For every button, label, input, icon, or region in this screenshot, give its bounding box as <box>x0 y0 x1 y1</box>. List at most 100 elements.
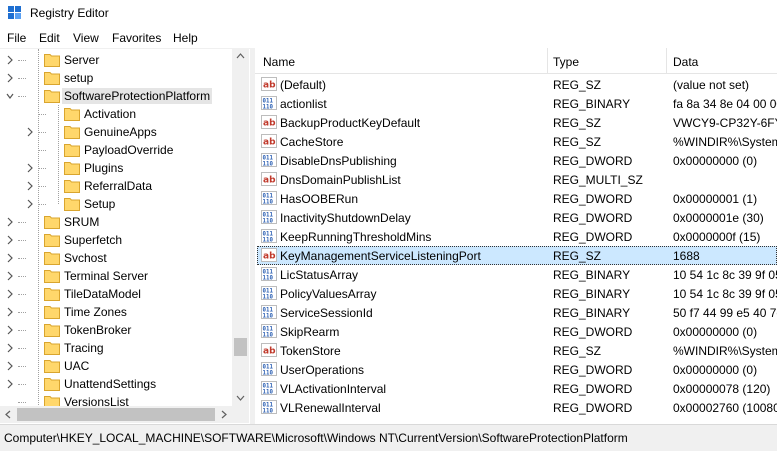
column-header-type[interactable]: Type <box>553 55 579 69</box>
binary-value-icon: 011110 <box>261 191 277 205</box>
tree-item[interactable]: setup <box>0 69 232 87</box>
chevron-right-icon[interactable] <box>6 343 14 353</box>
tree-item[interactable]: Server <box>0 51 232 69</box>
scroll-right-icon[interactable] <box>215 406 232 423</box>
tree-item-label: Plugins <box>84 161 124 175</box>
value-row[interactable]: ab (Default) REG_SZ (value not set) <box>255 75 777 94</box>
tree-item[interactable]: Superfetch <box>0 231 232 249</box>
menu-help[interactable]: Help <box>173 31 198 45</box>
tree-horizontal-scroll-thumb[interactable] <box>17 408 215 421</box>
folder-icon <box>64 108 80 121</box>
tree-horizontal-scrollbar[interactable] <box>0 406 232 423</box>
chevron-right-icon[interactable] <box>6 235 14 245</box>
tree-item[interactable]: PayloadOverride <box>0 141 232 159</box>
chevron-right-icon[interactable] <box>26 199 34 209</box>
svg-text:110: 110 <box>263 237 274 243</box>
value-name: DisableDnsPublishing <box>280 154 397 168</box>
chevron-right-icon[interactable] <box>6 217 14 227</box>
tree-item[interactable]: SRUM <box>0 213 232 231</box>
status-bar: Computer\HKEY_LOCAL_MACHINE\SOFTWARE\Mic… <box>0 424 777 451</box>
column-header-data[interactable]: Data <box>673 55 698 69</box>
svg-text:110: 110 <box>263 332 274 338</box>
tree-item-label: SoftwareProtectionPlatform <box>62 88 213 104</box>
chevron-right-icon[interactable] <box>6 271 14 281</box>
chevron-right-icon[interactable] <box>26 163 34 173</box>
tree-item[interactable]: Terminal Server <box>0 267 232 285</box>
tree-guide-line <box>18 78 26 79</box>
menu-favorites[interactable]: Favorites <box>112 31 161 45</box>
value-row[interactable]: 011 110 LicStatusArray REG_BINARY 10 54 1c 8… <box>255 265 777 284</box>
tree-guide-line <box>38 204 46 205</box>
value-row[interactable]: 011 110 PolicyValuesArray REG_BINARY 10 54 1… <box>255 284 777 303</box>
tree-item[interactable]: UnattendSettings <box>0 375 232 393</box>
column-divider[interactable] <box>547 48 548 74</box>
folder-icon <box>64 180 80 193</box>
folder-icon <box>64 126 80 139</box>
tree-item[interactable]: UAC <box>0 357 232 375</box>
value-row[interactable]: 011 110 ServiceSessionId REG_BINARY 50 f7 44… <box>255 303 777 322</box>
chevron-right-icon[interactable] <box>6 73 14 83</box>
tree-item[interactable]: Svchost <box>0 249 232 267</box>
tree-item[interactable]: SoftwareProtectionPlatform <box>0 87 232 105</box>
folder-icon <box>64 198 80 211</box>
chevron-right-icon[interactable] <box>26 181 34 191</box>
tree-vertical-scroll-thumb[interactable] <box>234 338 247 356</box>
tree-item[interactable]: Activation <box>0 105 232 123</box>
column-divider[interactable] <box>666 48 667 74</box>
value-name: LicStatusArray <box>280 268 359 282</box>
svg-text:ab: ab <box>263 81 276 91</box>
value-data: 0x0000000f (15) <box>673 230 761 244</box>
chevron-down-icon[interactable] <box>6 91 14 101</box>
value-row[interactable]: 011 110 InactivityShutdownDelay REG_DWORD 0x… <box>255 208 777 227</box>
value-row[interactable]: 011 110 actionlist REG_BINARY fa 8a 34 8e 04… <box>255 94 777 113</box>
tree-item[interactable]: TileDataModel <box>0 285 232 303</box>
tree-item[interactable]: GenuineApps <box>0 123 232 141</box>
value-row[interactable]: 011 110 VLActivationInterval REG_DWORD 0x000… <box>255 379 777 398</box>
value-row[interactable]: 011 110 SkipRearm REG_DWORD 0x00000000 (0) <box>255 322 777 341</box>
tree-vertical-scrollbar[interactable] <box>232 48 249 406</box>
value-row[interactable]: 011 110 VLRenewalInterval REG_DWORD 0x000027… <box>255 398 777 417</box>
value-row[interactable]: ab KeyManagementServiceListeningPort REG_S… <box>255 246 777 265</box>
value-row[interactable]: 011 110 UserOperations REG_DWORD 0x00000000 … <box>255 360 777 379</box>
tree-item[interactable]: TokenBroker <box>0 321 232 339</box>
values-list[interactable]: Name Type Data ab (Default) REG_SZ (value n… <box>255 48 777 424</box>
tree-item[interactable]: Setup <box>0 195 232 213</box>
chevron-right-icon[interactable] <box>6 325 14 335</box>
chevron-right-icon[interactable] <box>26 127 34 137</box>
chevron-right-icon[interactable] <box>6 55 14 65</box>
column-header-name[interactable]: Name <box>263 55 295 69</box>
tree-item[interactable]: ReferralData <box>0 177 232 195</box>
tree-guide-line <box>38 132 46 133</box>
value-row[interactable]: ab TokenStore REG_SZ %WINDIR%\System <box>255 341 777 360</box>
tree-item[interactable]: Tracing <box>0 339 232 357</box>
scroll-left-icon[interactable] <box>0 406 17 423</box>
value-data: %WINDIR%\System <box>673 344 777 358</box>
menu-view[interactable]: View <box>73 31 99 45</box>
scroll-up-icon[interactable] <box>232 48 249 65</box>
value-row[interactable]: ab DnsDomainPublishList REG_MULTI_SZ <box>255 170 777 189</box>
value-row[interactable]: 011 110 DisableDnsPublishing REG_DWORD 0x000… <box>255 151 777 170</box>
svg-text:110: 110 <box>263 161 274 167</box>
tree-item-label: UnattendSettings <box>64 377 157 391</box>
tree-item-label: PayloadOverride <box>84 143 174 157</box>
tree-item-label: Superfetch <box>64 233 123 247</box>
chevron-right-icon[interactable] <box>6 253 14 263</box>
menu-edit[interactable]: Edit <box>39 31 60 45</box>
value-row[interactable]: 011 110 HasOOBERun REG_DWORD 0x00000001 (1) <box>255 189 777 208</box>
value-row[interactable]: ab CacheStore REG_SZ %WINDIR%\System <box>255 132 777 151</box>
value-row[interactable]: 011 110 KeepRunningThresholdMins REG_DWORD 0… <box>255 227 777 246</box>
menu-file[interactable]: File <box>7 31 26 45</box>
chevron-right-icon[interactable] <box>6 289 14 299</box>
chevron-right-icon[interactable] <box>6 379 14 389</box>
key-tree[interactable]: Server setup SoftwareProtectionPlatform Act… <box>0 48 250 424</box>
value-data: fa 8a 34 8e 04 00 00 0 <box>673 97 777 111</box>
chevron-right-icon[interactable] <box>6 361 14 371</box>
value-row[interactable]: ab BackupProductKeyDefault REG_SZ VWCY9-CP3… <box>255 113 777 132</box>
tree-item[interactable]: Plugins <box>0 159 232 177</box>
tree-guide-line <box>18 402 26 403</box>
tree-guide-line <box>18 240 26 241</box>
chevron-right-icon[interactable] <box>6 307 14 317</box>
svg-text:ab: ab <box>263 347 276 357</box>
tree-item[interactable]: Time Zones <box>0 303 232 321</box>
scroll-down-icon[interactable] <box>232 389 249 406</box>
